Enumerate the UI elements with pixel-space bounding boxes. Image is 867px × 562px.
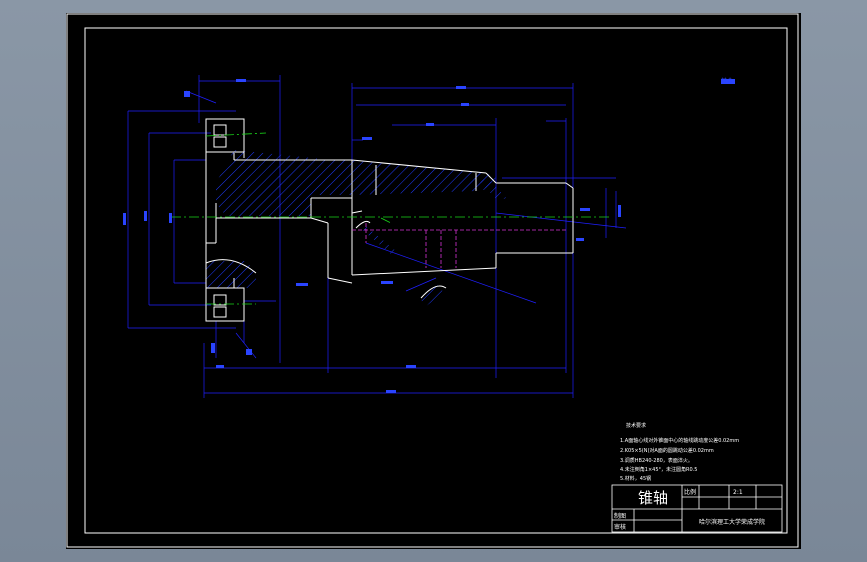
tech-requirements-title: 技术要求	[626, 422, 646, 429]
tech-note: 4.未注倒角1×45°，未注圆角R0.5	[620, 466, 697, 473]
tech-note: 2.K05×5(N)对A面的圆跳动公差0.02mm	[620, 447, 714, 454]
drafter-label: 制图	[614, 512, 626, 520]
cad-viewport[interactable]: 技术要求 1.A面轴心线对外锥面中心的轴线跳动度公差0.02mm 2.K05×5…	[66, 13, 801, 549]
school-name: 哈尔滨理工大学荣成学院	[699, 518, 765, 526]
dimension-text-marks	[123, 79, 735, 393]
checker-label: 审核	[614, 523, 626, 531]
scale-label: 比例	[684, 488, 696, 496]
tech-requirements-list: 1.A面轴心线对外锥面中心的轴线跳动度公差0.02mm 2.K05×5(N)对A…	[620, 437, 739, 482]
tech-note: 5.材料，45钢	[620, 475, 651, 482]
part-outline	[205, 118, 574, 322]
tech-note: 3.调质HB240-280，表面淬火。	[620, 457, 693, 464]
part-name: 锥轴	[638, 489, 669, 507]
tech-note: 1.A面轴心线对外锥面中心的轴线跳动度公差0.02mm	[620, 437, 739, 444]
scale-value: 2:1	[733, 489, 743, 496]
roughness-note: 其余	[721, 77, 733, 85]
drawing-sheet: 技术要求 1.A面轴心线对外锥面中心的轴线跳动度公差0.02mm 2.K05×5…	[66, 13, 799, 548]
